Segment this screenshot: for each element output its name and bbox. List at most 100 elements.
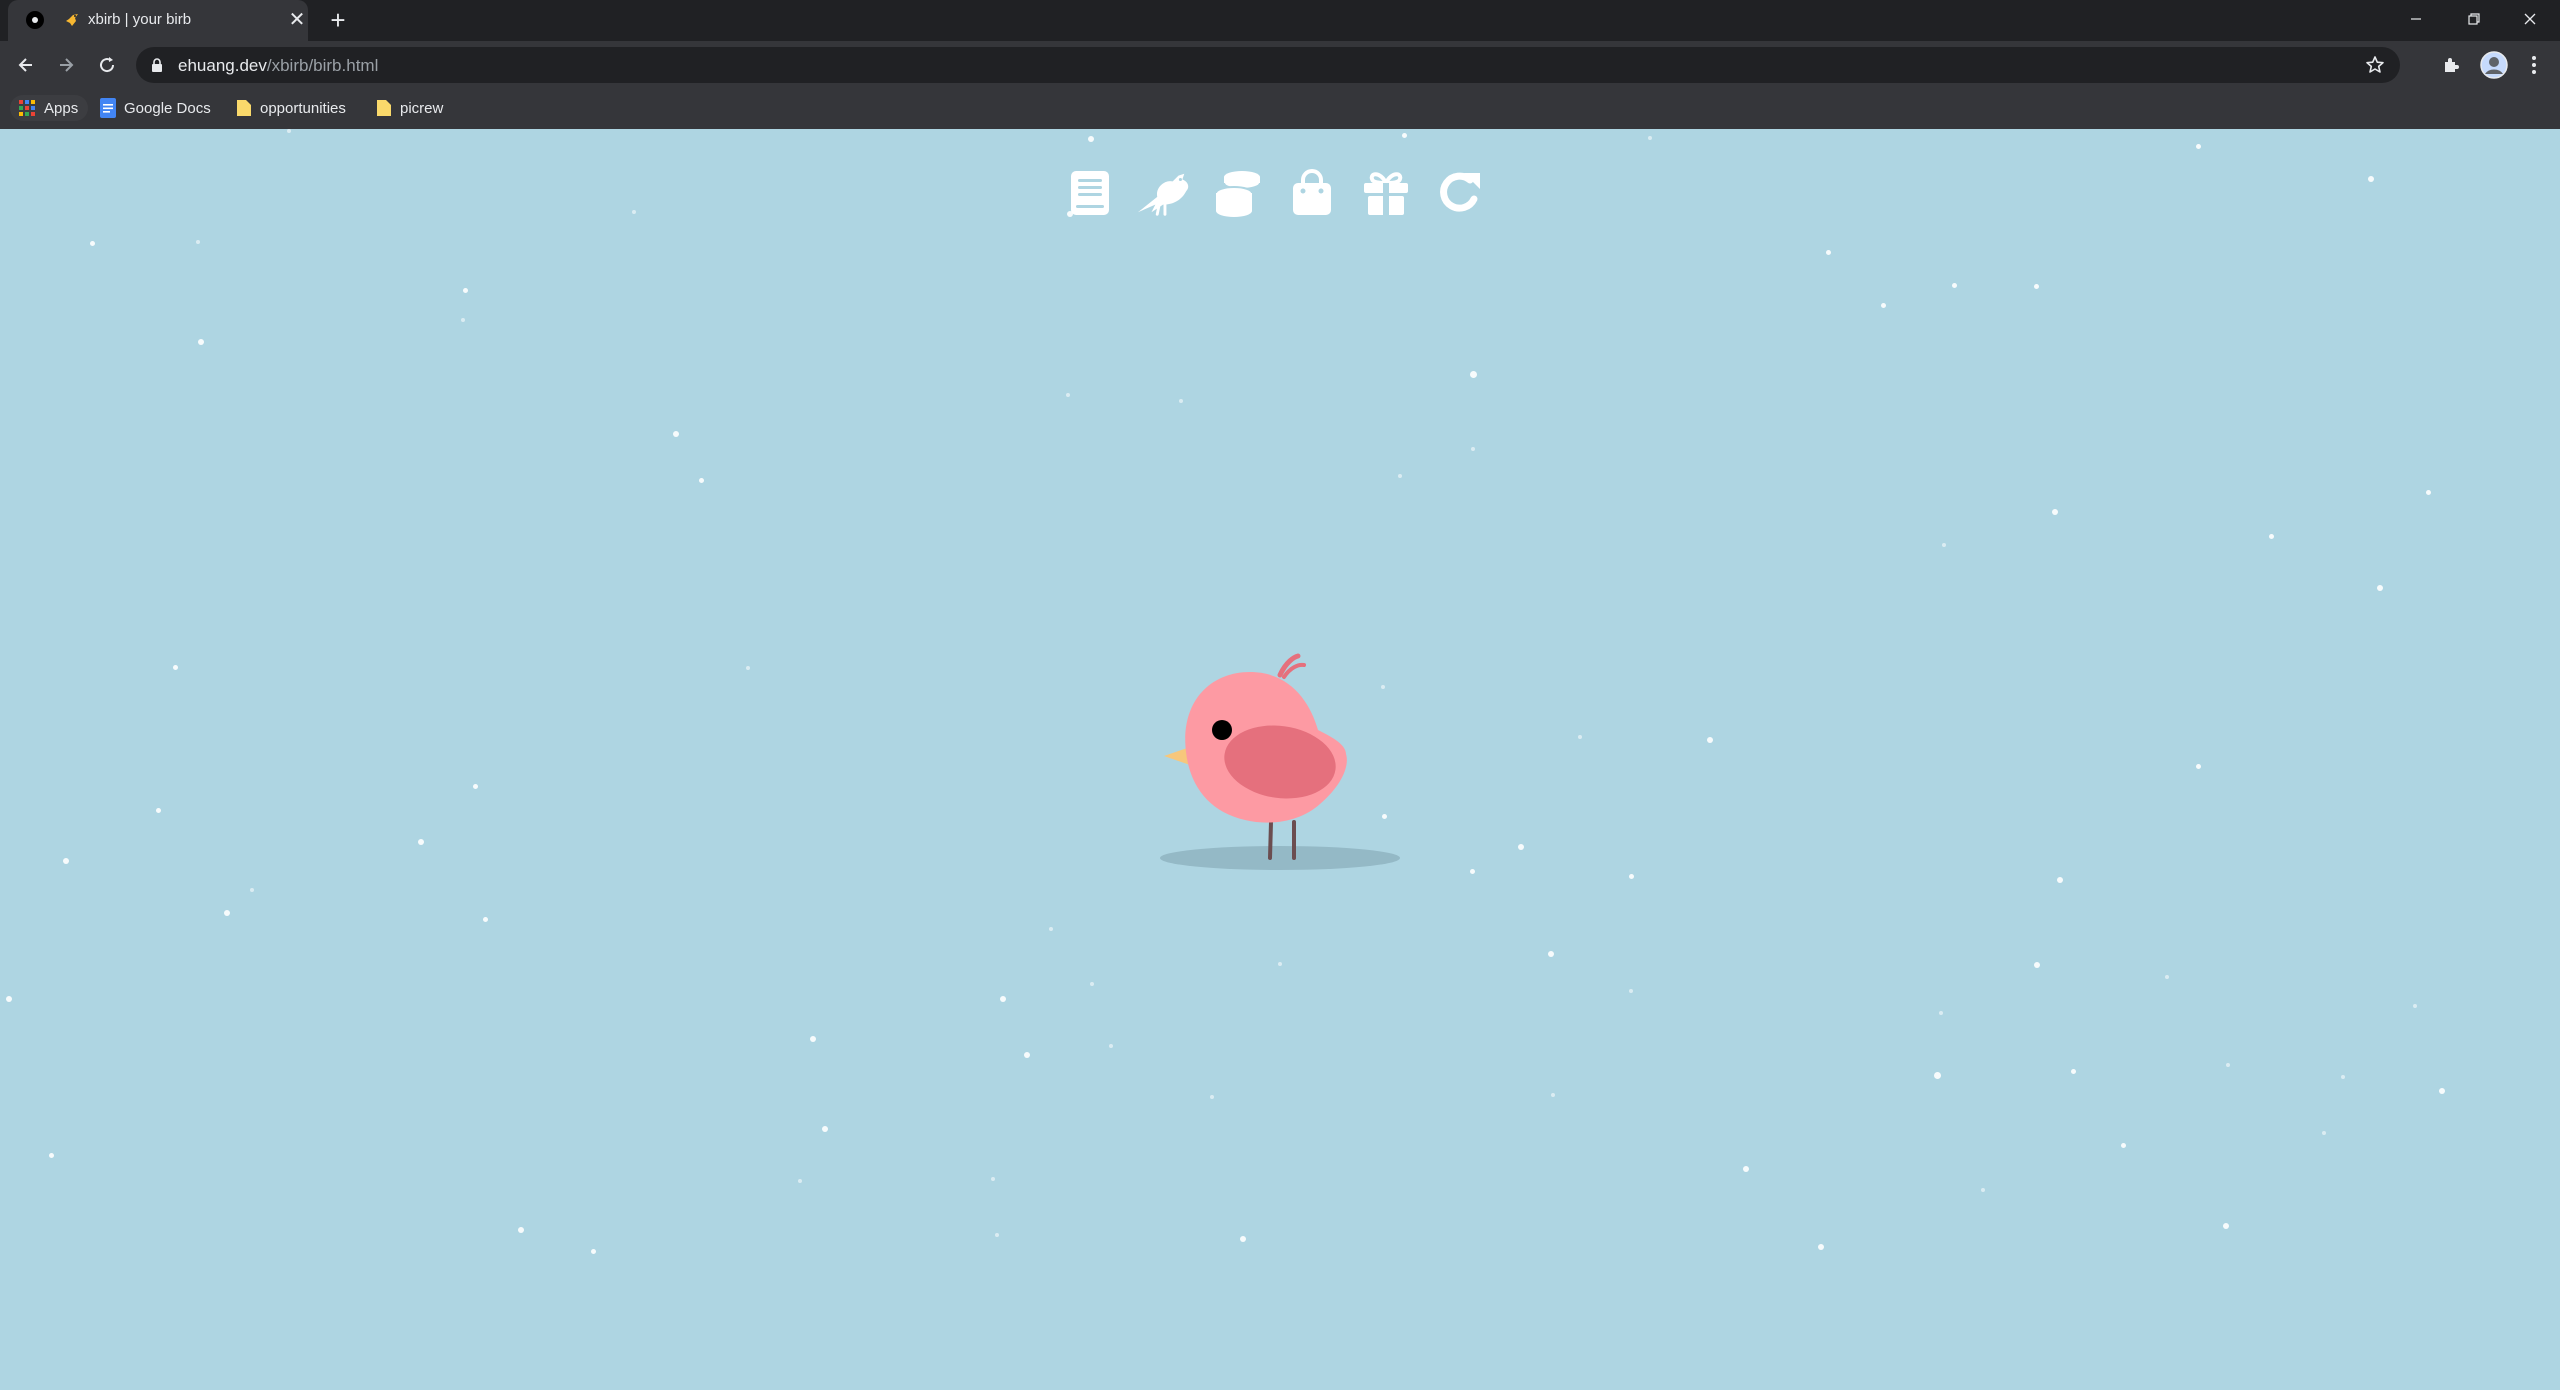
snowflake <box>1881 303 1886 308</box>
tab-title: xbirb | your birb <box>88 11 192 28</box>
snowflake <box>196 240 200 244</box>
snowflake <box>63 858 69 864</box>
game-page <box>0 129 2560 1390</box>
snowflake <box>822 1126 828 1132</box>
snowflake <box>2165 975 2169 979</box>
snowflake <box>1471 447 1475 451</box>
snowflake <box>2057 877 2063 883</box>
bird-favicon-icon <box>66 14 78 26</box>
snowflake <box>1942 543 1946 547</box>
snowflake <box>2196 764 2201 769</box>
reload-icon[interactable] <box>91 49 123 81</box>
snowflake <box>1939 1011 1943 1015</box>
snowflake <box>1179 399 1183 403</box>
snowflake <box>746 666 750 670</box>
snowflake <box>1402 133 1407 138</box>
browser-chrome: xbirb | your birb ✕ + ehuang.dev/xbirb/b… <box>0 0 2560 129</box>
coins-button[interactable] <box>1210 165 1266 221</box>
snowflake <box>699 478 704 483</box>
snowflake <box>1648 136 1652 140</box>
folder-icon <box>237 100 251 116</box>
journal-button[interactable] <box>1062 165 1118 221</box>
minimize-icon[interactable] <box>2388 0 2444 38</box>
snowflake <box>1934 1072 1941 1079</box>
bookmark-google-docs[interactable]: Google Docs <box>100 95 211 121</box>
tab-strip: xbirb | your birb ✕ + <box>0 0 2560 41</box>
back-arrow-icon[interactable] <box>10 49 42 81</box>
coins-stack-icon <box>1215 171 1261 217</box>
snowflake <box>156 808 161 813</box>
snowflake <box>1578 735 1582 739</box>
snowflake <box>2322 1131 2326 1135</box>
snowflake <box>1518 844 1524 850</box>
snowflake <box>418 839 424 845</box>
snowflake <box>6 996 12 1002</box>
snowflake <box>287 129 291 133</box>
birb-button[interactable] <box>1136 165 1192 221</box>
snowflake <box>673 431 679 437</box>
snowflake <box>798 1179 802 1183</box>
shopping-bag-icon <box>1293 169 1331 215</box>
google-docs-icon <box>100 98 116 118</box>
birb-illustration <box>1160 653 1400 870</box>
snowflake <box>1049 927 1053 931</box>
url-domain: ehuang.dev <box>178 56 267 75</box>
snowflake <box>1743 1166 1749 1172</box>
snowflake <box>1278 962 1282 966</box>
snowflake <box>1088 136 1094 142</box>
bookmark-apps[interactable]: Apps <box>10 95 89 121</box>
snowflake <box>224 910 230 916</box>
close-icon[interactable]: ✕ <box>286 9 308 31</box>
lock-icon[interactable] <box>150 57 164 73</box>
snowflake <box>2426 490 2431 495</box>
snowflake <box>90 241 95 246</box>
extensions-puzzle-icon[interactable] <box>2440 53 2464 77</box>
birb[interactable] <box>1150 632 1410 882</box>
reset-button[interactable] <box>1432 165 1488 221</box>
snowflake <box>49 1153 54 1158</box>
profile-avatar-icon[interactable] <box>2480 51 2508 79</box>
snowflake <box>518 1227 524 1233</box>
snowflake <box>2223 1223 2229 1229</box>
bookmark-label: opportunities <box>260 99 346 117</box>
bookmark-label: Google Docs <box>124 99 211 117</box>
close-icon[interactable] <box>2502 0 2558 38</box>
bookmark-label: Apps <box>44 99 79 117</box>
snowflake <box>2439 1088 2445 1094</box>
bookmark-opportunities[interactable]: opportunities <box>236 95 346 121</box>
snowflake <box>1952 283 1957 288</box>
bookmark-label: picrew <box>400 99 444 117</box>
snowflake <box>991 1177 995 1181</box>
snowflake <box>1240 1236 1246 1242</box>
snowflake <box>2196 144 2201 149</box>
browser-toolbar: ehuang.dev/xbirb/birb.html <box>0 41 2560 88</box>
bookmarks-bar: Apps Google Docs opportunities picrew <box>0 88 2560 129</box>
gift-icon <box>1364 172 1408 215</box>
snowflake <box>198 339 204 345</box>
snowflake <box>1818 1244 1824 1250</box>
snowflake <box>632 210 636 214</box>
restore-icon[interactable] <box>2446 0 2502 38</box>
snowflake <box>1981 1188 1985 1192</box>
snowflake <box>1826 250 1831 255</box>
snowflake <box>1551 1093 1555 1097</box>
snowflake <box>810 1036 816 1042</box>
snowflake <box>2071 1069 2076 1074</box>
url-text[interactable]: ehuang.dev/xbirb/birb.html <box>178 56 378 76</box>
tab-media-icon[interactable] <box>26 11 44 29</box>
plus-icon[interactable]: + <box>324 6 352 34</box>
snowflake <box>1629 989 1633 993</box>
bookmark-picrew[interactable]: picrew <box>376 95 443 121</box>
star-icon[interactable] <box>2364 54 2386 76</box>
birb-shadow <box>1160 846 1400 870</box>
snowflake <box>1090 982 1094 986</box>
gift-button[interactable] <box>1358 165 1414 221</box>
address-bar[interactable]: ehuang.dev/xbirb/birb.html <box>136 47 2400 83</box>
more-vertical-icon[interactable] <box>2522 53 2546 77</box>
tab-active[interactable]: xbirb | your birb ✕ <box>8 0 308 41</box>
shop-button[interactable] <box>1284 165 1340 221</box>
birb-eye <box>1212 720 1232 740</box>
forward-arrow-icon[interactable] <box>50 49 82 81</box>
snowflake <box>2368 176 2374 182</box>
snowflake <box>250 888 254 892</box>
